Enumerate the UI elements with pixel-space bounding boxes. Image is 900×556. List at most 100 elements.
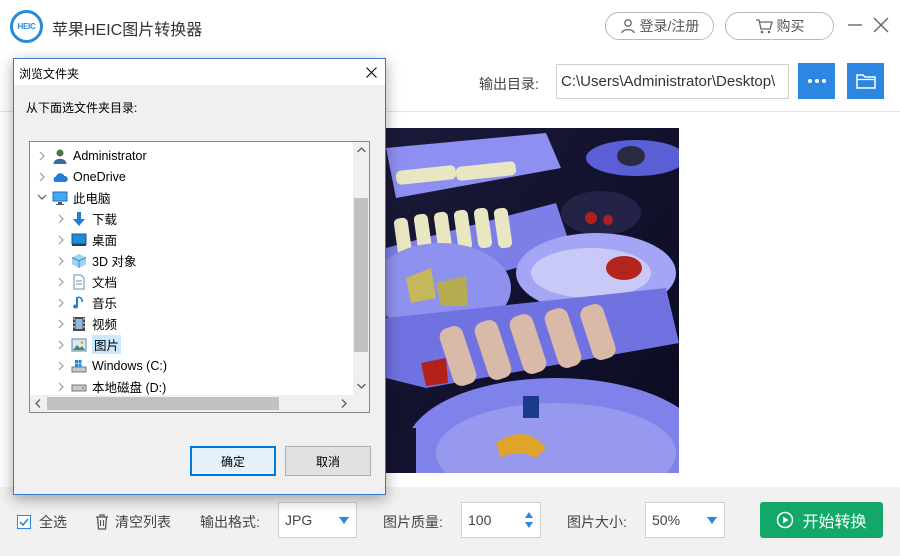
buy-label: 购买 — [776, 18, 805, 34]
close-button[interactable] — [870, 14, 892, 36]
size-value: 50% — [652, 512, 681, 528]
chevron-right-icon[interactable] — [55, 213, 67, 225]
increment-icon[interactable] — [525, 512, 533, 518]
vertical-scroll-thumb[interactable] — [354, 198, 368, 352]
minimize-icon — [848, 24, 862, 26]
tree-item[interactable]: 图片 — [55, 334, 122, 355]
horizontal-scrollbar[interactable] — [30, 395, 353, 412]
checkbox-box[interactable] — [17, 514, 31, 529]
quality-value: 100 — [468, 512, 492, 528]
desktop-icon — [71, 232, 87, 248]
start-convert-button[interactable]: 开始转换 — [760, 502, 883, 538]
output-dir-label: 输出目录: — [479, 76, 539, 92]
chevron-right-icon[interactable] — [55, 339, 67, 351]
app-logo-text: HEIC — [17, 22, 36, 31]
open-folder-button[interactable] — [847, 63, 884, 99]
start-convert-label: 开始转换 — [802, 514, 867, 531]
title-bar: HEIC 苹果HEIC图片转换器 登录/注册 购买 — [0, 0, 900, 54]
image-preview — [386, 128, 679, 473]
chevron-right-icon[interactable] — [55, 255, 67, 267]
chevron-down-icon[interactable] — [36, 192, 48, 204]
tree-item[interactable]: Administrator — [36, 145, 147, 166]
decrement-icon[interactable] — [525, 522, 533, 528]
tree-item-label: Administrator — [73, 148, 147, 163]
vertical-scrollbar[interactable] — [353, 142, 369, 395]
ok-button[interactable]: 确定 — [190, 446, 276, 476]
food-photo — [386, 128, 679, 473]
quality-stepper[interactable]: 100 — [461, 502, 541, 538]
scroll-up-icon[interactable] — [353, 142, 369, 158]
chevron-down-icon — [339, 517, 349, 524]
app-logo: HEIC — [10, 10, 43, 43]
tree-item[interactable]: Windows (C:) — [55, 355, 167, 376]
scroll-left-icon[interactable] — [30, 395, 46, 412]
drive-icon — [71, 379, 87, 395]
user-icon — [620, 19, 635, 34]
tree-item[interactable]: 下载 — [55, 208, 117, 229]
chevron-right-icon[interactable] — [55, 234, 67, 246]
size-label: 图片大小: — [567, 513, 627, 530]
document-icon — [71, 274, 87, 290]
browse-more-button[interactable] — [798, 63, 835, 99]
more-icon — [807, 79, 826, 83]
browse-folder-dialog: 浏览文件夹 从下面选文件夹目录: Administrator OneDrive 此电… — [13, 58, 386, 495]
app-title: 苹果HEIC图片转换器 — [52, 22, 203, 39]
dialog-title: 浏览文件夹 — [19, 67, 80, 81]
tree-item-label: 桌面 — [92, 234, 118, 248]
windows-drive-icon — [71, 358, 87, 374]
chevron-right-icon[interactable] — [55, 360, 67, 372]
select-all-checkbox[interactable]: 全选 — [17, 487, 67, 556]
cancel-button[interactable]: 取消 — [285, 446, 371, 476]
format-select[interactable]: JPG — [278, 502, 357, 538]
tree-item[interactable]: 文档 — [55, 271, 117, 292]
scroll-right-icon[interactable] — [336, 395, 352, 412]
tree-item-label: 音乐 — [92, 297, 118, 311]
chevron-right-icon[interactable] — [36, 150, 48, 162]
picture-icon — [71, 337, 87, 353]
dialog-instruction: 从下面选文件夹目录: — [26, 101, 138, 115]
tree-item[interactable]: 视频 — [55, 313, 117, 334]
login-label: 登录/注册 — [639, 18, 700, 34]
checkmark-icon — [19, 517, 29, 526]
tree-item-label: OneDrive — [73, 169, 126, 184]
minimize-button[interactable] — [844, 14, 866, 36]
cube-icon — [71, 253, 87, 269]
tree-item[interactable]: OneDrive — [36, 166, 126, 187]
tree-item-label: 图片 — [92, 335, 122, 354]
tree-item[interactable]: 本地磁盘 (D:) — [55, 376, 166, 397]
scroll-down-icon[interactable] — [353, 378, 369, 394]
folder-icon — [855, 74, 876, 89]
tree-item-label: 本地磁盘 (D:) — [92, 381, 167, 395]
chevron-right-icon[interactable] — [55, 276, 67, 288]
play-circle-icon — [777, 511, 794, 529]
cart-icon — [755, 19, 773, 34]
chevron-right-icon[interactable] — [55, 381, 67, 393]
chevron-right-icon[interactable] — [55, 297, 67, 309]
select-all-label: 全选 — [39, 513, 67, 530]
video-icon — [71, 316, 87, 332]
dialog-close-button[interactable] — [361, 62, 381, 82]
tree-item-label: 视频 — [92, 318, 118, 332]
chevron-right-icon[interactable] — [36, 171, 48, 183]
tree-item[interactable]: 3D 对象 — [55, 250, 136, 271]
close-icon — [873, 17, 889, 33]
tree-item[interactable]: 音乐 — [55, 292, 117, 313]
output-dir-field[interactable]: C:\Users\Administrator\Desktop\ — [556, 64, 789, 99]
dialog-title-bar: 浏览文件夹 — [14, 59, 385, 85]
chevron-right-icon[interactable] — [55, 318, 67, 330]
scrollbar-corner — [353, 395, 369, 412]
tree-item[interactable]: 此电脑 — [36, 187, 111, 208]
clear-list-label: 清空列表 — [115, 513, 171, 530]
folder-tree[interactable]: Administrator OneDrive 此电脑 下载桌面 3D 对象 文档音乐视频图… — [29, 141, 370, 413]
tree-item[interactable]: 桌面 — [55, 229, 117, 250]
format-value: JPG — [285, 512, 313, 528]
login-button[interactable]: 登录/注册 — [605, 12, 714, 40]
cloud-icon — [52, 169, 68, 185]
clear-list-button[interactable]: 清空列表 — [95, 487, 171, 556]
format-label: 输出格式: — [200, 513, 260, 530]
quality-label: 图片质量: — [383, 513, 443, 530]
buy-button[interactable]: 购买 — [725, 12, 834, 40]
size-select[interactable]: 50% — [645, 502, 725, 538]
horizontal-scroll-thumb[interactable] — [47, 397, 279, 410]
download-icon — [71, 211, 87, 227]
